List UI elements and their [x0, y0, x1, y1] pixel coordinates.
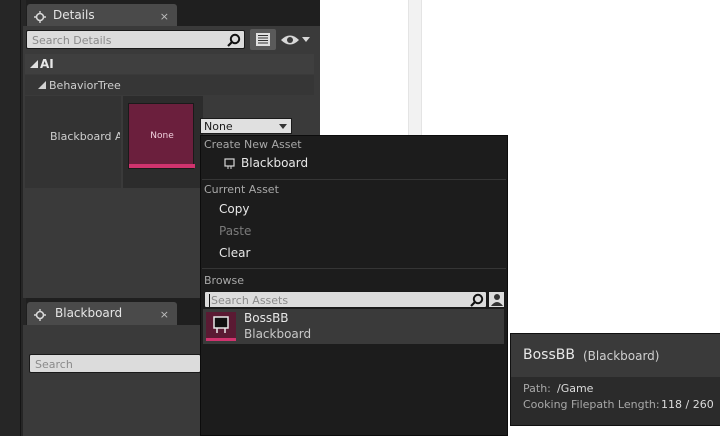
blackboard-panel: Search [23, 325, 201, 436]
expand-arrow-icon [38, 81, 46, 89]
blackboard-tab-close[interactable]: × [160, 308, 169, 321]
asset-picker-menu: Create New Asset Blackboard Current Asse… [200, 135, 508, 436]
menu-section-current: Current Asset [204, 183, 279, 196]
asset-item-name: BossBB [244, 311, 289, 325]
view-options-button[interactable] [280, 31, 314, 49]
property-name-cell: Blackboard As [25, 96, 121, 188]
asset-thumbnail[interactable]: None [128, 103, 195, 169]
asset-color-bar [206, 338, 236, 341]
asset-item-thumbnail [206, 312, 236, 341]
canvas-divider [408, 0, 422, 135]
details-tab-icon [34, 309, 46, 321]
asset-search-input[interactable]: Search Assets [204, 291, 487, 308]
expand-arrow-icon [30, 60, 38, 68]
asset-thumbnail-label: None [150, 131, 174, 141]
list-view-icon [256, 33, 270, 46]
menu-item-label: Blackboard [241, 156, 309, 170]
user-filter-button[interactable] [488, 291, 505, 308]
category-ai-label: AI [40, 57, 54, 71]
asset-item-type: Blackboard [244, 327, 312, 341]
details-search-input[interactable]: Search Details [26, 30, 245, 49]
eye-icon [280, 33, 300, 47]
tooltip-path-label: Path: [523, 382, 551, 395]
asset-color-bar [129, 164, 195, 168]
user-icon [491, 293, 503, 306]
tooltip-asset-name: BossBB [523, 347, 575, 363]
search-icon[interactable] [470, 293, 484, 307]
blackboard-search-placeholder: Search [35, 358, 73, 371]
menu-item-create-blackboard[interactable]: Blackboard [202, 153, 506, 175]
menu-separator [202, 179, 506, 180]
details-tab-icon [34, 11, 46, 23]
asset-list-item[interactable]: BossBB Blackboard [203, 309, 504, 344]
blackboard-tab-title: Blackboard [55, 306, 123, 320]
subcategory-behaviortree[interactable]: BehaviorTree [25, 75, 314, 95]
tooltip-asset-type: (Blackboard) [583, 349, 660, 363]
tooltip-cooking-value: 118 / 260 [661, 398, 714, 411]
asset-tooltip: BossBB (Blackboard) Path: /Game Cooking … [510, 333, 720, 426]
asset-combo-value: None [204, 120, 233, 133]
blackboard-icon [224, 158, 236, 170]
asset-thumbnail-cell: None [123, 96, 203, 188]
menu-item-clear[interactable]: Clear [219, 246, 250, 260]
blackboard-tab[interactable]: Blackboard × [27, 302, 177, 325]
details-search-placeholder: Search Details [32, 34, 112, 47]
tooltip-cooking-label: Cooking Filepath Length: [523, 398, 660, 411]
details-tab-close[interactable]: × [160, 10, 169, 23]
menu-item-copy[interactable]: Copy [219, 202, 249, 216]
menu-section-browse: Browse [204, 274, 245, 287]
subcategory-label: BehaviorTree [49, 79, 121, 92]
menu-item-paste[interactable]: Paste [219, 224, 251, 238]
blackboard-icon [211, 316, 231, 334]
property-label: Blackboard As [50, 130, 120, 143]
menu-separator [202, 268, 506, 269]
menu-section-create: Create New Asset [204, 138, 302, 151]
tooltip-header: BossBB (Blackboard) [511, 334, 720, 377]
details-tab[interactable]: Details × [27, 4, 177, 27]
blackboard-search-input[interactable]: Search [29, 354, 201, 373]
details-tab-title: Details [53, 8, 95, 22]
asset-search-placeholder: Search Assets [209, 294, 289, 307]
tooltip-path-value: /Game [557, 382, 594, 395]
chevron-down-icon [302, 37, 310, 42]
chevron-down-icon [279, 124, 287, 129]
search-icon[interactable] [227, 33, 241, 47]
list-view-button[interactable] [250, 29, 276, 50]
category-ai[interactable]: AI [25, 54, 314, 74]
asset-combo-box[interactable]: None [200, 118, 292, 134]
